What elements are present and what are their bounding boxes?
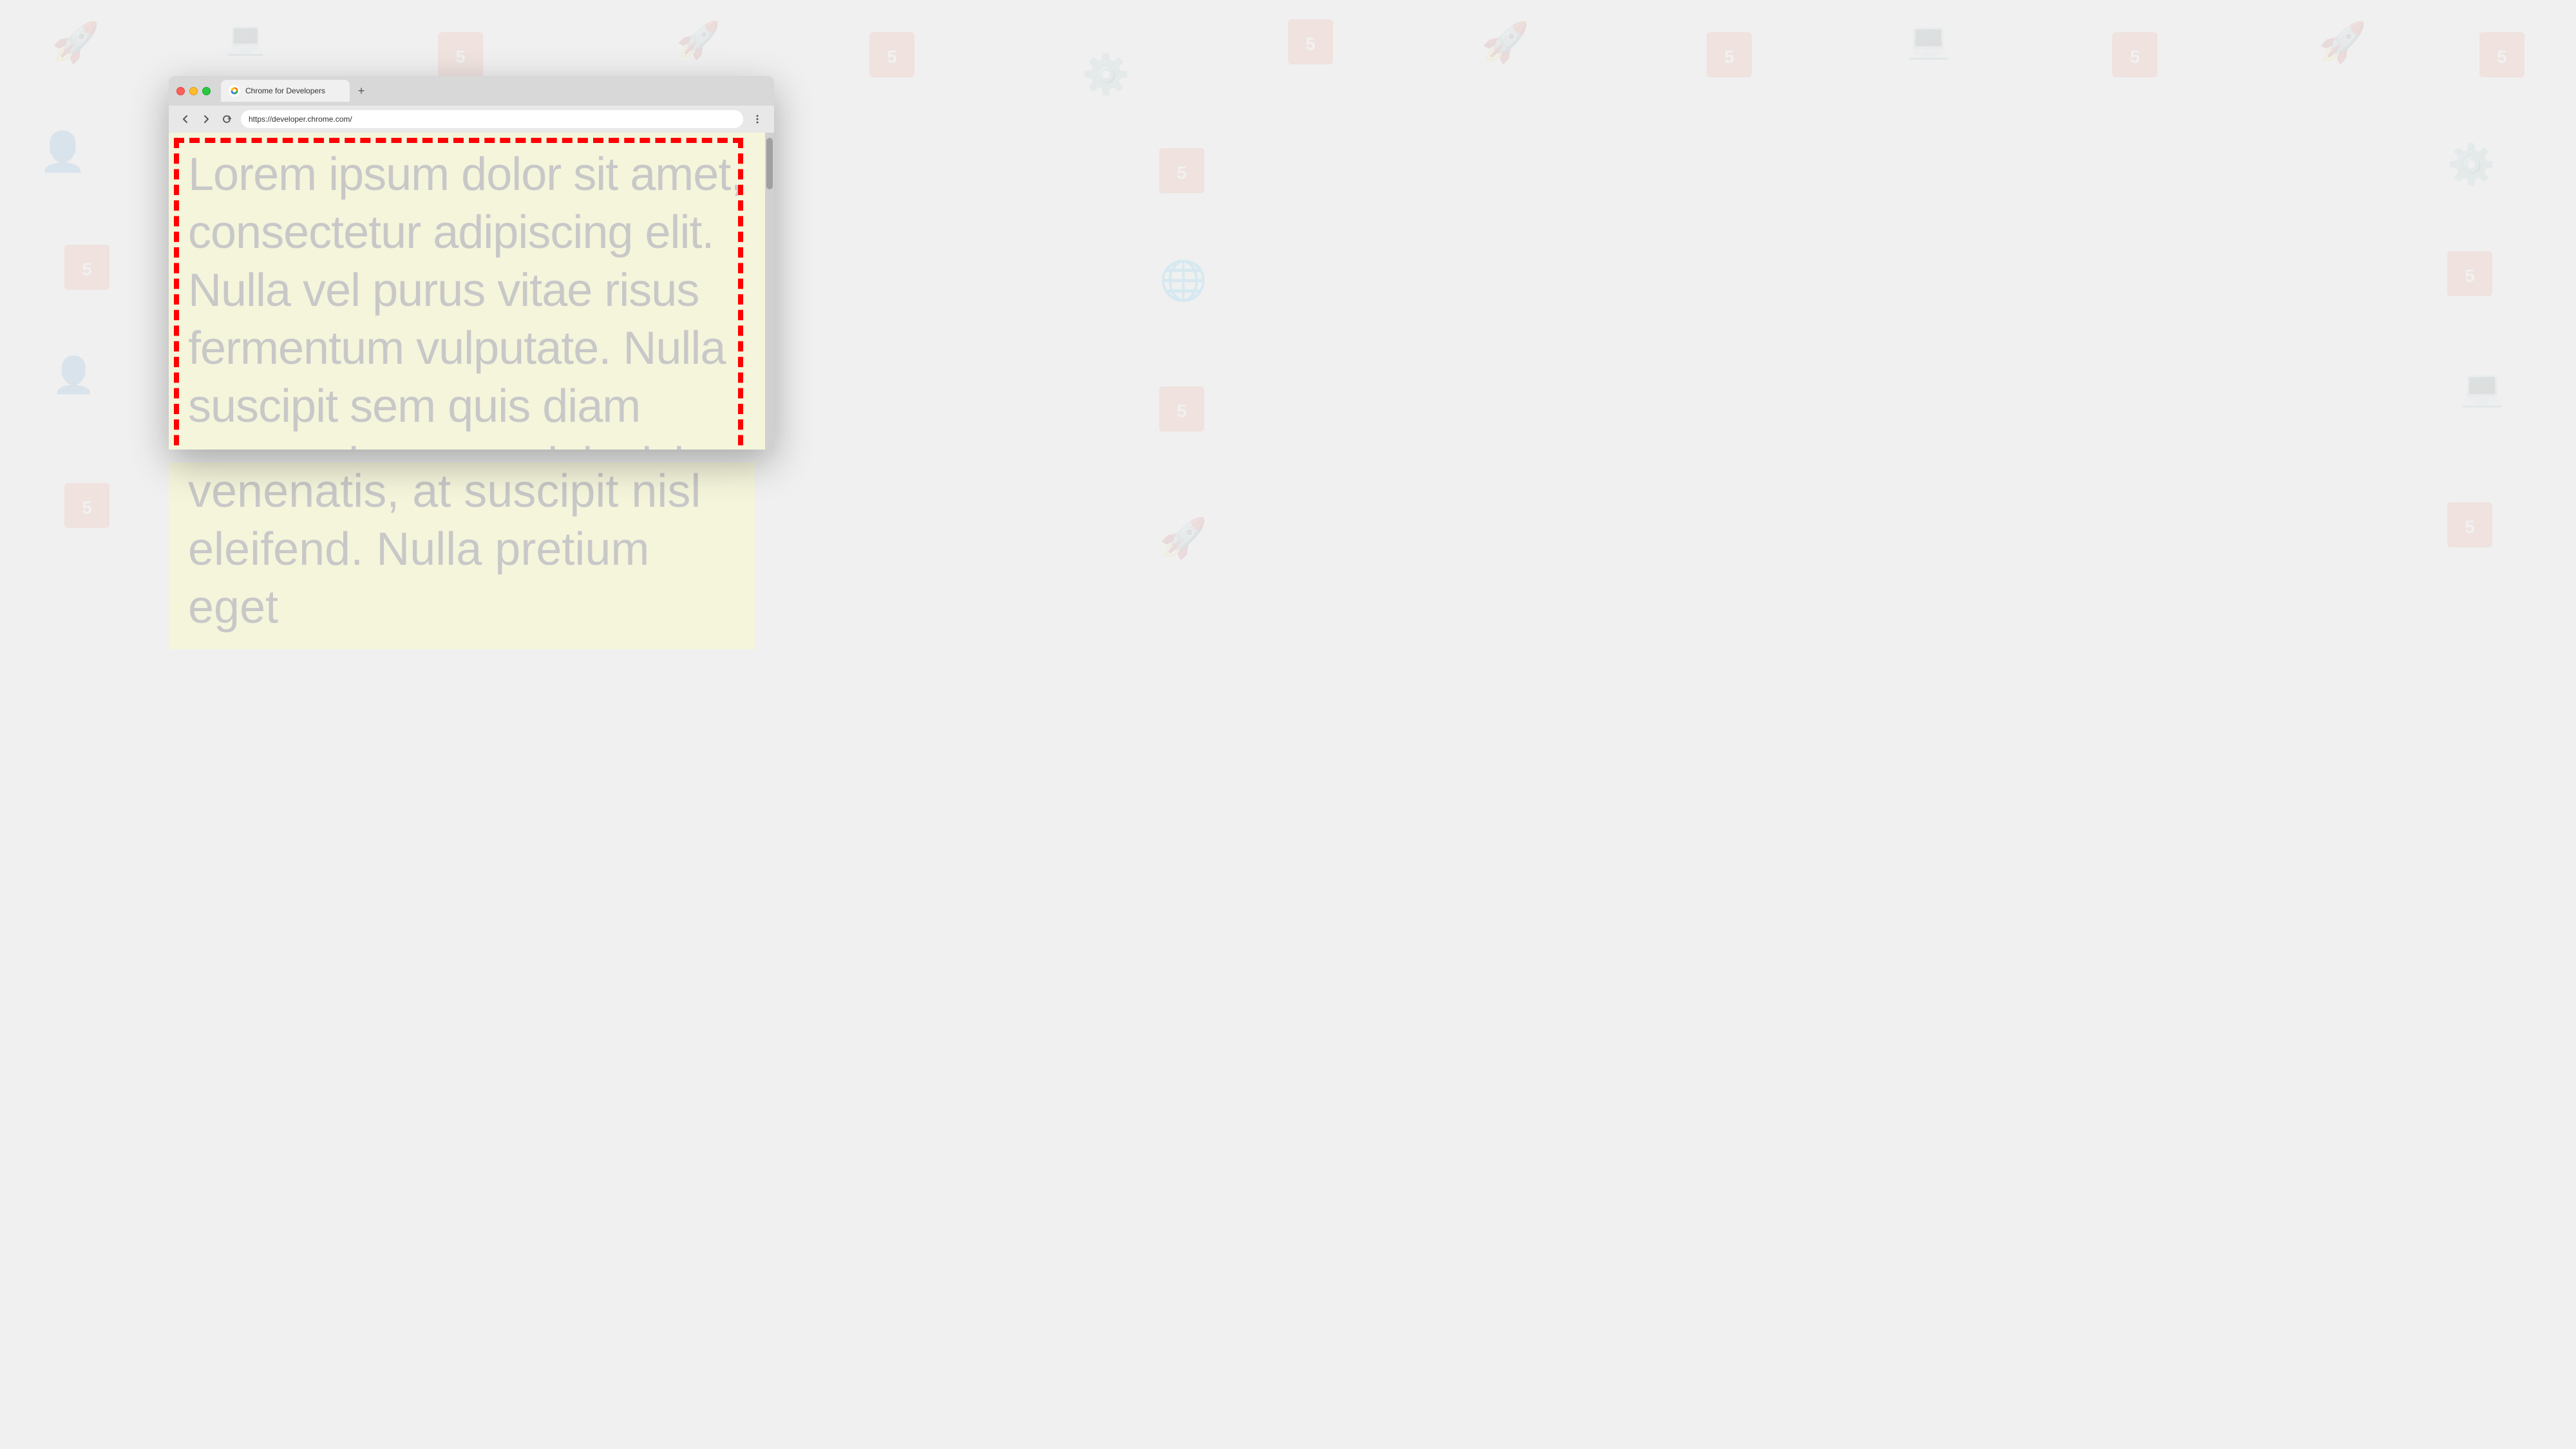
bg-icon-6: 💻 <box>1906 19 1950 61</box>
tab-title: Chrome for Developers <box>245 86 325 95</box>
svg-text:5: 5 <box>1177 163 1187 183</box>
browser-menu-button[interactable] <box>748 110 766 128</box>
bg-html-6: 5 <box>2479 32 2524 80</box>
chrome-favicon <box>229 85 240 97</box>
bg-icon-9: ⚙️ <box>2447 142 2496 187</box>
bg-html-11: 5 <box>64 483 109 531</box>
svg-text:5: 5 <box>2497 47 2507 67</box>
svg-text:5: 5 <box>2130 47 2140 67</box>
address-bar-area: https://developer.chrome.com/ <box>169 106 774 133</box>
bg-html-8: 5 <box>64 245 109 293</box>
bg-icon-13: 🚀 <box>1159 515 1208 561</box>
bg-html-3: 5 <box>1288 19 1333 68</box>
minimize-button[interactable] <box>189 87 198 95</box>
back-button[interactable] <box>176 110 194 128</box>
bg-html-5: 5 <box>2112 32 2157 80</box>
bg-icon-2: 💻 <box>225 19 265 57</box>
bg-icon-5: 🚀 <box>1481 19 1530 65</box>
bg-html-2: 5 <box>869 32 914 80</box>
maximize-button[interactable] <box>202 87 211 95</box>
nav-buttons <box>176 110 236 128</box>
svg-text:5: 5 <box>2465 517 2475 537</box>
bg-html-1: 5 <box>438 32 483 80</box>
bg-html-7: 5 <box>1159 148 1204 196</box>
tab-area: Chrome for Developers + <box>221 80 766 102</box>
browser-viewport: Lorem ipsum dolor sit amet, consectetur … <box>169 133 774 450</box>
bg-icon-1: 🚀 <box>52 19 100 65</box>
bg-icon-3: 🚀 <box>676 19 720 61</box>
below-browser-content: venenatis, at suscipit nisl eleifend. Nu… <box>169 462 755 649</box>
bg-html-9: 5 <box>2447 251 2492 299</box>
bg-icon-4: ⚙️ <box>1082 52 1130 97</box>
new-tab-button[interactable]: + <box>352 82 370 100</box>
bg-html-12: 5 <box>2447 502 2492 551</box>
traffic-lights <box>176 87 211 95</box>
svg-text:5: 5 <box>1305 34 1316 54</box>
address-bar[interactable]: https://developer.chrome.com/ <box>241 110 743 128</box>
bg-icon-7: 🚀 <box>2318 19 2367 65</box>
bg-html-4: 5 <box>1707 32 1752 80</box>
svg-text:5: 5 <box>887 47 897 67</box>
svg-text:5: 5 <box>2465 266 2475 286</box>
bg-icon-8: 👤 <box>39 129 87 175</box>
forward-button[interactable] <box>197 110 215 128</box>
bg-icon-10: 🌐 <box>1159 258 1208 303</box>
svg-text:5: 5 <box>82 260 92 279</box>
lorem-ipsum-text: Lorem ipsum dolor sit amet, consectetur … <box>169 133 774 450</box>
bg-html-10: 5 <box>1159 386 1204 435</box>
svg-text:5: 5 <box>1724 47 1734 67</box>
scrollbar-thumb[interactable] <box>766 138 773 189</box>
svg-text:5: 5 <box>455 47 466 67</box>
svg-text:5: 5 <box>82 498 92 518</box>
bg-icon-12: 💻 <box>2460 367 2504 409</box>
browser-window: Chrome for Developers + <box>169 76 774 450</box>
bg-icon-11: 👤 <box>52 354 95 396</box>
scrollbar[interactable] <box>765 133 774 450</box>
title-bar: Chrome for Developers + <box>169 76 774 106</box>
below-lorem-text: venenatis, at suscipit nisl eleifend. Nu… <box>188 466 701 633</box>
browser-tab[interactable]: Chrome for Developers <box>221 80 350 102</box>
reload-button[interactable] <box>218 110 236 128</box>
url-text: https://developer.chrome.com/ <box>249 115 352 124</box>
close-button[interactable] <box>176 87 185 95</box>
svg-text:5: 5 <box>1177 401 1187 421</box>
